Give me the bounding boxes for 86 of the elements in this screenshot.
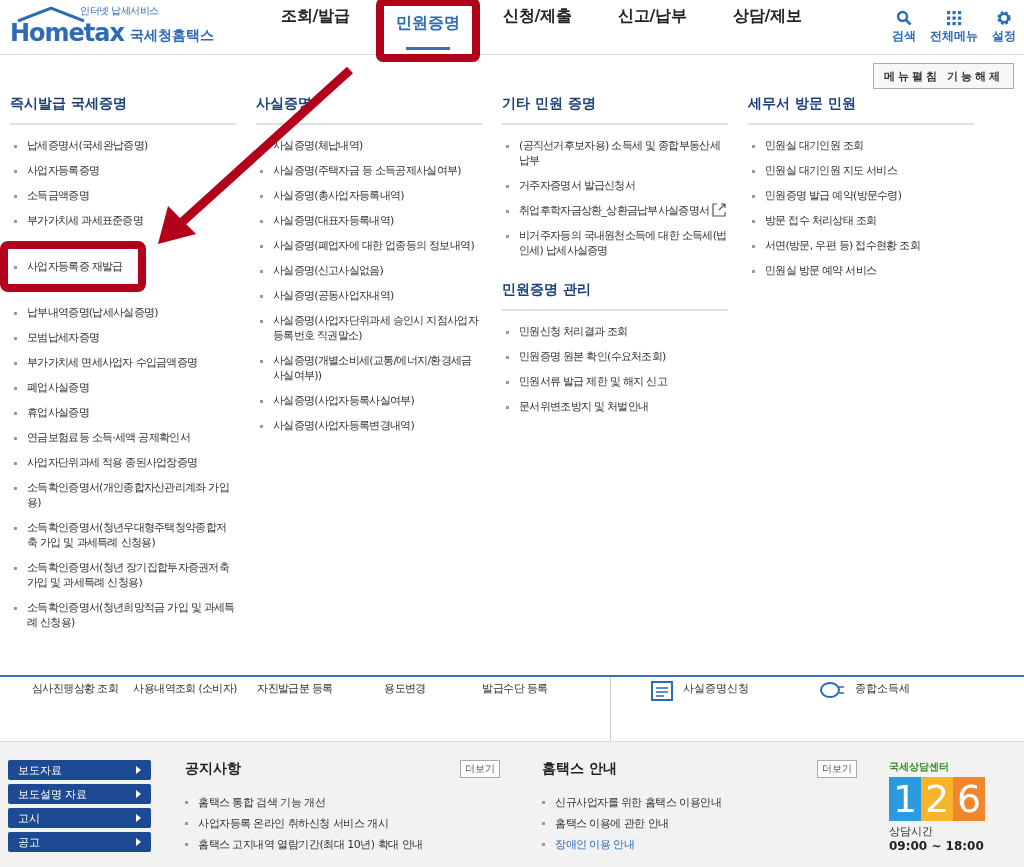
toolbar-button[interactable]: 전체메뉴 [930,9,978,45]
menu-link[interactable]: 모범납세자증명 [27,330,100,345]
more-button[interactable]: 더보기 [460,760,500,778]
nav-tab[interactable]: 조회/발급 [258,0,373,46]
menu-link[interactable]: 사실증명(사업자등록사실여부) [273,393,415,408]
menu-link[interactable]: 소득확인증명서(개인종합자산관리계좌 가입용) [27,480,236,510]
menu-link[interactable]: 사실증명(신고사실없음) [273,263,384,278]
quick-link[interactable]: 종합소득세 [819,681,910,741]
logo-tagline: 인터넷 납세서비스 [80,4,159,18]
section-heading: 즉시발급 국세증명 [10,89,236,125]
menu-toggle-button[interactable]: 메뉴펼침 기능해제 [873,63,1014,89]
menu-link[interactable]: 납부내역증명(납세사실증명) [27,305,158,320]
menu-link[interactable]: 사실증명(대표자등록내역) [273,213,394,228]
menu-link[interactable]: 사업자등록증 재발급 [27,259,123,274]
side-menu-button[interactable]: 공고 [8,832,151,852]
notice-link[interactable]: 장애인 이용 안내 [555,836,635,853]
settings-icon [996,9,1012,26]
menu-link[interactable]: 사실증명(총사업자등록내역) [273,188,404,203]
notice-link[interactable]: 홈택스 이용에 관한 안내 [555,815,669,832]
quick-link[interactable]: 사실증명신청 [651,681,749,741]
menu-link[interactable]: 사실증명(주택자금 등 소득공제사실여부) [273,163,461,178]
menu-link[interactable]: 사실증명(체납내역) [273,138,363,153]
notice-link[interactable]: 신규사업자를 위한 홈택스 이용안내 [555,794,722,811]
menu-link[interactable]: 부가가치세 과세표준증명 [27,213,144,228]
menu-link[interactable]: 민원증명 원본 확인(수요처조회) [519,349,666,364]
menu-link[interactable]: 문서위변조방지 및 처벌안내 [519,399,649,414]
menu-link[interactable]: 민원증명 발급 예약(방문수령) [765,188,902,203]
search-icon [896,9,912,26]
menu-link[interactable]: 비거주자등의 국내원천소득에 대한 소득세(법인세) 납세사실증명 [519,228,728,258]
center-title: 국세상담센터 [889,760,950,774]
nav-tab[interactable]: 신고/납부 [595,0,710,46]
notice-link[interactable]: 사업자등록 온라인 취하신청 서비스 개시 [198,815,389,832]
menu-link[interactable]: 납세증명서(국세완납증명) [27,138,148,153]
menu-link[interactable]: 소득확인증명서(청년 장기집합투자증권저축 가입 및 과세특례 신청용) [27,560,236,590]
board-title: 공지사항 [185,760,241,778]
menu-link[interactable]: 서면(방문, 우편 등) 접수현황 조회 [765,238,921,253]
more-button[interactable]: 더보기 [817,760,857,778]
side-menu-button[interactable]: 고시 [8,808,151,828]
quick-link[interactable]: 발급수단 등록 [460,677,570,695]
menu-link[interactable]: 방문 접수 처리상태 조회 [765,213,877,228]
logo-name: 국세청홈택스 [130,27,214,45]
menu-link[interactable]: 민원실 대기인원 조회 [765,138,864,153]
section-heading: 세무서 방문 민원 [748,89,974,125]
menu-link[interactable]: 소득금액증명 [27,188,89,203]
menu-link[interactable]: 민원서류 발급 제한 및 해지 신고 [519,374,667,389]
menu-link[interactable]: 거주자증명서 발급신청서 [519,178,636,193]
section-heading: 민원증명 관리 [502,277,728,311]
menu-link[interactable]: 사실증명(폐업자에 대한 업종등의 정보내역) [273,238,474,253]
menu-link[interactable]: (공직선거후보자용) 소득세 및 종합부동산세 납부 [519,138,728,168]
nav-tab[interactable]: 상담/제보 [710,0,825,46]
menu-link[interactable]: 민원실 방문 예약 서비스 [765,263,877,278]
logo-brand[interactable]: Hometax [10,19,124,47]
menu-link[interactable]: 사실증명(공동사업자내역) [273,288,394,303]
menu-link[interactable]: 사실증명(사업자단위과세 승인시 지점사업자 등록번호 직권말소) [273,313,482,343]
side-menu-button[interactable]: 보도자료 [8,760,151,780]
menu-link[interactable]: 부가가치세 면세사업자 수입금액증명 [27,355,198,370]
notice-link[interactable]: 홈택스 통합 검색 기능 개선 [198,794,326,811]
menu-link[interactable]: 사업자단위과세 적용 종된사업장증명 [27,455,198,470]
section-heading: 기타 민원 증명 [502,89,728,125]
quick-link[interactable]: 자진발급분 등록 [240,677,350,695]
menu-link[interactable]: 폐업사실증명 [27,380,89,395]
menu-link[interactable]: 연금보험료등 소득·세액 공제확인서 [27,430,190,445]
menu-link[interactable]: 민원신청 처리결과 조회 [519,324,628,339]
notice-link[interactable]: 홈택스 고지내역 열람기간(최대 10년) 확대 안내 [198,836,423,853]
side-menu-button[interactable]: 보도설명 자료 [8,784,151,804]
menu-link[interactable]: 사실증명(개별소비세(교통/에너지/환경세금 사실여부)) [273,353,482,383]
menu-link[interactable]: 사실증명(사업자등록변경내역) [273,418,415,433]
quick-link[interactable]: 심사진행상황 조회 [20,677,130,695]
menu-link[interactable]: 민원실 대기인원 지도 서비스 [765,163,897,178]
menu-link[interactable]: 소득확인증명서(청년희망적금 가입 및 과세특례 신청용) [27,600,236,630]
hours-text: 09:00 ~ 18:00 [889,839,985,853]
nav-tab[interactable]: 신청/제출 [480,0,595,46]
toolbar-button[interactable]: 설정 [992,9,1016,45]
nav-tab[interactable]: 민원증명 [376,0,480,62]
board-title: 홈택스 안내 [542,760,617,778]
quick-link[interactable]: 용도변경 [350,677,460,695]
menu-link[interactable]: 소득확인증명서(청년우대형주택청약종합저축 가입 및 과세특례 신청용) [27,520,236,550]
quick-link[interactable]: 사용내역조회 (소비자) [130,677,240,695]
external-link-icon [712,203,727,217]
menu-link[interactable]: 취업후학자금상환_상환금납부사실증명서 [519,203,710,218]
hours-label: 상담시간 [889,824,934,839]
menu-link[interactable]: 휴업사실증명 [27,405,89,420]
menu-link[interactable]: 사업자등록증명 [27,163,100,178]
document-icon [651,681,673,701]
toolbar-button[interactable]: 검색 [892,9,916,45]
grid-icon [946,9,962,26]
